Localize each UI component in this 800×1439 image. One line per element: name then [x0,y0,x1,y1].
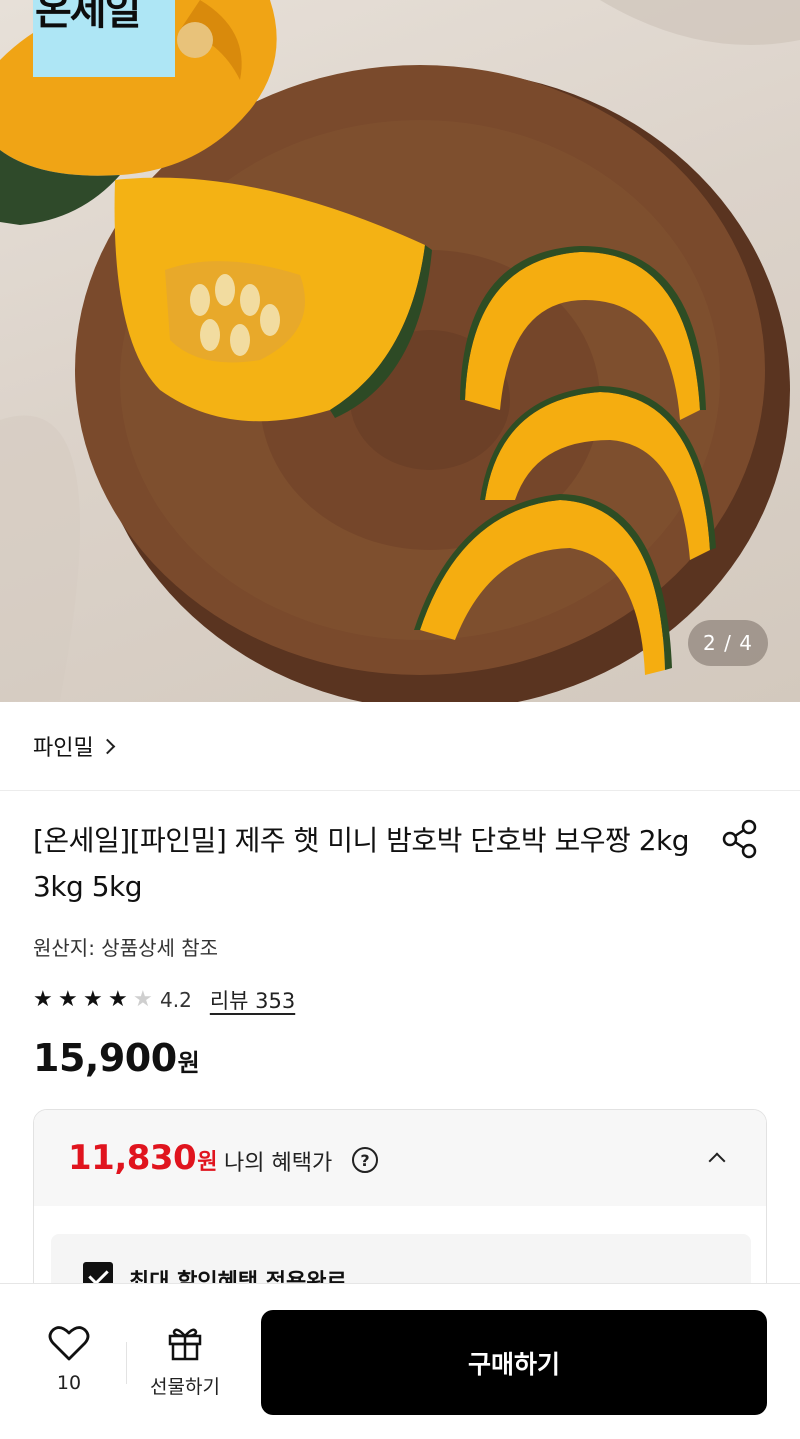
star-rating: ★ ★ ★ ★ ★ [33,989,158,1011]
star-filled-icon: ★ [83,987,103,1012]
divider [126,1342,127,1384]
benefit-header[interactable]: 11,830 원 나의 혜택가 ? [34,1110,766,1206]
gift-label: 선물하기 [150,1376,220,1398]
product-title: [온세일][파인밀] 제주 햇 미니 밤호박 단호박 보우짱 2kg 3kg 5… [33,824,690,903]
promo-badge: 온세일 [33,0,175,77]
star-empty-icon: ★ [133,987,153,1012]
star-filled-icon: ★ [58,987,78,1012]
gift-icon [168,1328,202,1361]
product-image[interactable]: 온세일 2 / 4 [0,0,800,702]
rating-row: ★ ★ ★ ★ ★ 4.2 리뷰 353 [33,983,295,1017]
review-link[interactable]: 리뷰 353 [210,985,295,1015]
gift-button[interactable]: 선물하기 [140,1324,230,1400]
seller-link[interactable]: 파인밀 [0,702,800,791]
bottom-action-bar: 10 선물하기 구매하기 [0,1283,800,1439]
image-counter: 2 / 4 [688,620,768,666]
star-filled-icon: ★ [108,987,128,1012]
chevron-up-icon[interactable] [702,1146,732,1170]
origin-info: 원산지: 상품상세 참조 [33,936,219,960]
star-filled-icon: ★ [33,987,53,1012]
benefit-price: 11,830 원 [68,1138,217,1178]
benefit-price-amount: 11,830 [68,1138,197,1178]
share-button[interactable] [718,818,764,860]
benefit-label: 나의 혜택가 [224,1151,333,1176]
promo-badge-text: 온세일 [35,0,141,34]
chevron-right-icon [99,738,116,755]
rating-score: 4.2 [160,988,192,1012]
buy-button[interactable]: 구매하기 [261,1310,767,1415]
price-unit: 원 [177,1049,200,1077]
benefit-price-unit: 원 [197,1150,218,1175]
price-amount: 15,900 [33,1036,177,1080]
share-icon [722,819,757,859]
seller-name: 파인밀 [33,736,94,761]
heart-icon [48,1326,90,1361]
original-price: 15,900 원 [33,1036,200,1080]
like-button[interactable]: 10 [33,1324,105,1400]
like-count: 10 [56,1372,82,1394]
question-circle-icon[interactable]: ? [352,1147,378,1173]
product-photo [0,0,800,702]
